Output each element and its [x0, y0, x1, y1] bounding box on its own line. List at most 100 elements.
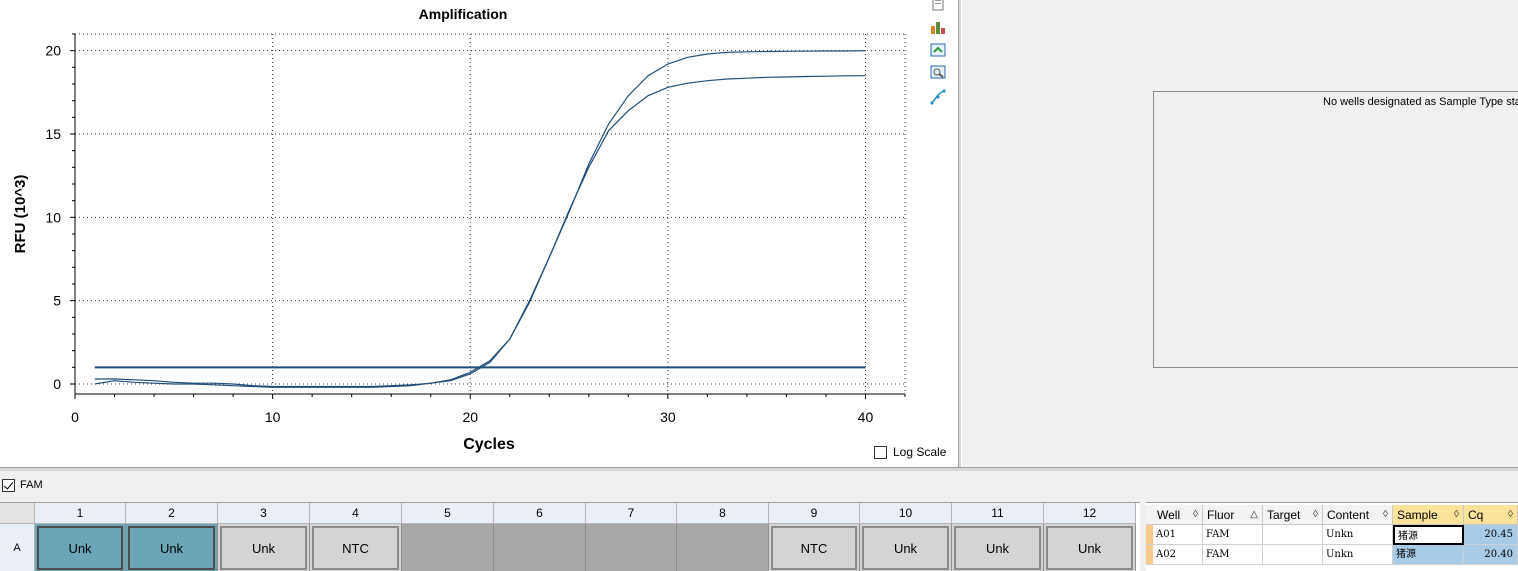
zoom-icon[interactable]	[929, 63, 947, 81]
standard-curve-panel: No wells designated as Sample Type stand…	[962, 0, 1518, 467]
amplification-chart: 0 10 20 30 40 0 5 10 15 20 Amplification Cycles RFU …	[12, 6, 906, 453]
results-header-well[interactable]: Well ◊	[1153, 505, 1203, 525]
plate-well-A9[interactable]: NTC	[769, 524, 860, 571]
plate-column-header-4[interactable]: 4	[310, 503, 402, 524]
sort-icon[interactable]: ◊	[1383, 505, 1388, 525]
curve-fit-icon[interactable]	[929, 88, 947, 106]
standard-curve-box: No wells designated as Sample Type stand…	[1153, 91, 1518, 368]
header-label: Target	[1267, 508, 1301, 522]
results-header-target[interactable]: Target ◊	[1263, 505, 1323, 525]
y-tick-label: 20	[45, 43, 61, 59]
well-label: Unk	[862, 526, 949, 570]
well-label: Unk	[954, 526, 1041, 570]
results-corner	[1146, 505, 1153, 525]
plate-column-header-2[interactable]: 2	[126, 503, 218, 524]
chart-settings-icon[interactable]	[929, 18, 947, 36]
results-header-fluor[interactable]: Fluor △	[1203, 505, 1263, 525]
sort-icon[interactable]: △	[1250, 505, 1258, 525]
results-table: Well ◊ Fluor △ Target ◊ Content ◊ Sample ◊ Cq ◊ A01 F…	[1146, 502, 1518, 571]
x-tick-label: 20	[462, 409, 478, 425]
results-cell-well[interactable]: A01	[1153, 525, 1203, 545]
plate-column-header-5[interactable]: 5	[402, 503, 494, 524]
results-cell-fluor[interactable]: FAM	[1203, 525, 1263, 545]
log-scale-toggle[interactable]: Log Scale	[874, 445, 946, 459]
header-label: Fluor	[1207, 508, 1235, 522]
x-tick-label: 10	[265, 409, 281, 425]
header-label: Well	[1157, 508, 1181, 522]
plate-column-header-10[interactable]: 10	[860, 503, 952, 524]
plate-well-A1[interactable]: Unk	[35, 524, 126, 571]
well-label: Unk	[220, 526, 307, 570]
plate-select-all[interactable]	[0, 503, 35, 524]
x-axis-label: Cycles	[463, 436, 515, 453]
plate-column-header-1[interactable]: 1	[35, 503, 126, 524]
plate-row-header[interactable]: A	[0, 524, 35, 571]
well-label: Unk	[37, 526, 123, 570]
results-cell-content[interactable]: Unkn	[1323, 545, 1393, 565]
header-label: Sample	[1397, 508, 1438, 522]
results-cell-cq[interactable]: 20.45	[1464, 525, 1518, 545]
y-tick-label: 0	[53, 376, 61, 392]
results-row-selector[interactable]	[1146, 525, 1153, 545]
plate-column-header-7[interactable]: 7	[586, 503, 677, 524]
results-header-cq[interactable]: Cq ◊	[1464, 505, 1518, 525]
header-label: Content	[1327, 508, 1370, 522]
fluor-filter-row: FAM	[0, 471, 1518, 499]
app-window: 0 10 20 30 40 0 5 10 15 20 Amplification Cycles RFU …	[0, 0, 1518, 571]
plate-well-A2[interactable]: Unk	[126, 524, 218, 571]
log-scale-checkbox[interactable]	[874, 445, 887, 459]
well-label: NTC	[312, 526, 399, 570]
results-cell-cq[interactable]: 20.40	[1464, 545, 1518, 565]
chart-title: Amplification	[419, 6, 508, 22]
plot-area	[75, 34, 905, 394]
amplification-chart-panel: 0 10 20 30 40 0 5 10 15 20 Amplification Cycles RFU …	[0, 0, 958, 467]
fam-label: FAM	[20, 479, 43, 491]
plate-well-A3[interactable]: Unk	[218, 524, 310, 571]
well-label: Unk	[128, 526, 215, 570]
copy-icon[interactable]	[929, 0, 947, 14]
results-cell-target[interactable]	[1263, 545, 1323, 565]
x-tick-label: 40	[858, 409, 874, 425]
sort-icon[interactable]: ◊	[1193, 505, 1198, 525]
log-scale-label: Log Scale	[893, 445, 947, 459]
plate-grid: A 1 2 3 4 5 6 7 8 9 10 11 12 Unk Unk Unk NTC NTC Unk Unk Un…	[0, 502, 1140, 571]
well-label: NTC	[771, 526, 857, 570]
plate-well-A11[interactable]: Unk	[952, 524, 1044, 571]
x-tick-label: 30	[660, 409, 676, 425]
y-axis-label: RFU (10^3)	[12, 175, 29, 254]
results-cell-sample[interactable]: 猪源	[1393, 525, 1464, 545]
export-icon[interactable]	[929, 41, 947, 59]
results-row-selector[interactable]	[1146, 545, 1153, 565]
plate-well-A5[interactable]	[402, 524, 494, 571]
y-tick-label: 10	[45, 209, 61, 225]
header-label: Cq	[1468, 508, 1484, 522]
plate-well-A7[interactable]	[586, 524, 677, 571]
sort-icon[interactable]: ◊	[1508, 505, 1513, 525]
results-cell-sample[interactable]: 猪源	[1393, 545, 1464, 565]
plate-column-header-12[interactable]: 12	[1044, 503, 1136, 524]
y-tick-label: 5	[53, 293, 61, 309]
y-tick-label: 15	[45, 126, 61, 142]
results-cell-fluor[interactable]: FAM	[1203, 545, 1263, 565]
plate-well-A6[interactable]	[494, 524, 586, 571]
results-header-sample[interactable]: Sample ◊	[1393, 505, 1464, 525]
plate-column-header-8[interactable]: 8	[677, 503, 769, 524]
plate-column-header-6[interactable]: 6	[494, 503, 586, 524]
sort-icon[interactable]: ◊	[1454, 505, 1459, 525]
plate-column-header-9[interactable]: 9	[769, 503, 860, 524]
standard-curve-message: No wells designated as Sample Type stand…	[1323, 96, 1518, 108]
plate-column-header-11[interactable]: 11	[952, 503, 1044, 524]
plate-well-A8[interactable]	[677, 524, 769, 571]
well-label: Unk	[1046, 526, 1133, 570]
results-cell-target[interactable]	[1263, 525, 1323, 545]
results-header-content[interactable]: Content ◊	[1323, 505, 1393, 525]
plate-well-A4[interactable]: NTC	[310, 524, 402, 571]
fam-checkbox[interactable]	[2, 478, 15, 492]
results-cell-well[interactable]: A02	[1153, 545, 1203, 565]
x-tick-label: 0	[71, 409, 79, 425]
plate-column-header-3[interactable]: 3	[218, 503, 310, 524]
plate-well-A10[interactable]: Unk	[860, 524, 952, 571]
results-cell-content[interactable]: Unkn	[1323, 525, 1393, 545]
sort-icon[interactable]: ◊	[1313, 505, 1318, 525]
plate-well-A12[interactable]: Unk	[1044, 524, 1136, 571]
